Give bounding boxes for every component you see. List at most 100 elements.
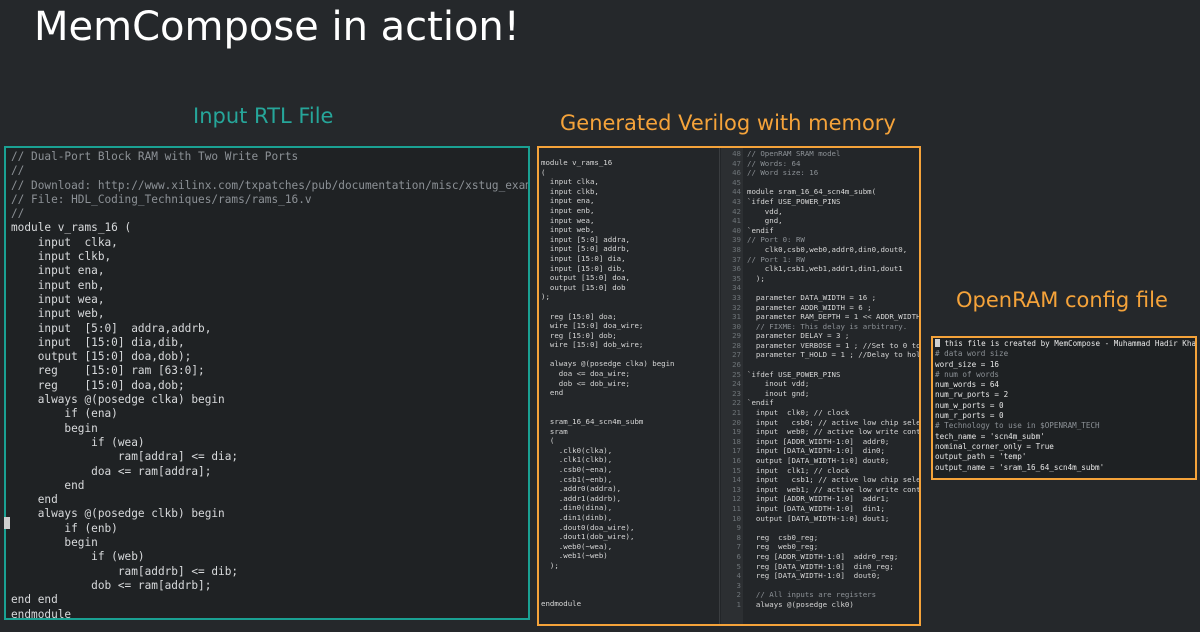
code-line: ( (541, 436, 555, 446)
line-number: 43 (732, 196, 741, 206)
code-line: input web, (11, 307, 105, 321)
code-line: // FIXME: This delay is arbitrary. (747, 321, 908, 331)
line-number: 4 (736, 571, 741, 581)
code-line: .web0(~wea), (541, 541, 613, 551)
line-number: 26 (732, 360, 741, 370)
code-line: // Words: 64 (747, 158, 801, 168)
code-line: input [DATA_WIDTH-1:0] din1; (747, 503, 885, 513)
line-number: 17 (732, 446, 741, 456)
line-number: 31 (732, 312, 741, 322)
generated-wrapper-code[interactable]: module v_rams_16 ( input clka, input clk… (539, 148, 719, 609)
line-number: 3 (736, 580, 741, 590)
code-line: .addr0(addra), (541, 484, 622, 494)
code-line: input wea, (541, 215, 595, 225)
line-number: 29 (732, 331, 741, 341)
line-number: 39 (732, 235, 741, 245)
code-line: input clka, (541, 177, 599, 187)
line-number: 11 (732, 503, 741, 513)
code-line: input [5:0] addrb, (541, 244, 630, 254)
line-number: 15 (732, 465, 741, 475)
line-number: 45 (732, 177, 741, 187)
caption-generated-verilog: Generated Verilog with memory (560, 111, 896, 135)
line-number: 37 (732, 254, 741, 264)
code-line: // (11, 164, 25, 178)
code-line: reg [15:0] ram [63:0]; (11, 364, 205, 378)
input-rtl-editor[interactable]: // Dual-Port Block RAM with Two Write Po… (4, 146, 530, 620)
line-number-gutter: 48 47 46 45 44 43 42 41 40 39 38 37 36 3… (721, 148, 743, 624)
line-number: 18 (732, 436, 741, 446)
code-line: endmodule (11, 607, 72, 620)
code-line: .addr1(addrb), (541, 493, 622, 503)
code-line: input csb0; // active low chip select (747, 417, 921, 427)
code-line: if (enb) (11, 521, 118, 535)
config-line: # Technology to use in $OPENRAM_TECH (935, 421, 1100, 431)
line-number: 19 (732, 427, 741, 437)
config-line: num_rw_ports = 2 (935, 390, 1009, 400)
code-line: output [DATA_WIDTH-1:0] dout0; (747, 456, 890, 465)
code-line: begin (11, 421, 98, 435)
code-line: reg [DATA_WIDTH-1:0] din0_reg; (747, 561, 894, 571)
code-line: input csb1; // active low chip select (747, 475, 921, 485)
generated-wrapper-pane[interactable]: module v_rams_16 ( input clka, input clk… (539, 148, 720, 624)
openram-config-editor[interactable]: this file is created by MemCompose - Muh… (931, 336, 1197, 480)
sram-model-code[interactable]: // OpenRAM SRAM model // Words: 64 // Wo… (745, 148, 921, 610)
code-line: gnd, (747, 216, 783, 226)
code-line: sram (541, 426, 568, 436)
line-number: 46 (732, 168, 741, 178)
code-line: dob <= ram[addrb]; (11, 578, 212, 592)
code-line: parameter VERBOSE = 1 ; //Set to 0 to on… (755, 340, 921, 350)
config-line: word_size = 16 (935, 359, 1000, 369)
line-number: 13 (732, 484, 741, 494)
sram-model-pane[interactable]: // OpenRAM SRAM model // Words: 64 // Wo… (745, 148, 921, 624)
code-line: input clka, (11, 235, 118, 249)
code-line: input enb, (11, 278, 105, 292)
line-number: 7 (736, 542, 741, 552)
line-number: 33 (732, 292, 741, 302)
code-line: clk1,csb1,web1,addr1,din1,dout1 (747, 264, 903, 274)
code-line: inout gnd; (747, 388, 810, 398)
line-number: 16 (732, 456, 741, 465)
input-rtl-code[interactable]: // Dual-Port Block RAM with Two Write Po… (6, 148, 528, 620)
code-line: output [DATA_WIDTH-1:0] dout1; (747, 513, 890, 523)
openram-config-code[interactable]: this file is created by MemCompose - Muh… (933, 338, 1195, 473)
code-line: input [5:0] addra, (541, 234, 630, 244)
line-number: 2 (736, 590, 741, 600)
code-line: parameter RAM_DEPTH = 1 << ADDR_WIDTH; (747, 312, 921, 322)
line-number: 9 (736, 523, 741, 533)
code-line: input ena, (11, 264, 105, 278)
line-number: 44 (732, 187, 741, 197)
code-line: ); (747, 273, 765, 283)
code-line: reg [ADDR_WIDTH-1:0] addr0_reg; (747, 551, 899, 561)
line-number: 22 (732, 398, 741, 408)
code-line: input web0; // active low write control (747, 427, 921, 437)
generated-verilog-editor[interactable]: module v_rams_16 ( input clka, input clk… (537, 146, 921, 626)
config-line: tech_name = 'scn4m_subm' (935, 431, 1045, 441)
line-number: 40 (732, 225, 741, 235)
code-line: ); (541, 560, 559, 570)
slide-title: MemCompose in action! (34, 4, 520, 50)
config-line: num_w_ports = 0 (935, 400, 1004, 410)
editor-cursor (4, 517, 10, 529)
code-line: reg [15:0] doa,dob; (11, 378, 185, 392)
code-line: input enb, (541, 205, 595, 215)
line-numbers: 48 47 46 45 44 43 42 41 40 39 38 37 36 3… (721, 148, 743, 610)
code-line: input [15:0] dia, (541, 253, 626, 263)
code-line: `ifdef USE_POWER_PINS (747, 369, 841, 379)
code-line: if (web) (11, 550, 145, 564)
code-line: // All inputs are registers (747, 590, 877, 600)
code-line: input clk1; // clock (747, 465, 850, 475)
line-number: 6 (736, 551, 741, 561)
code-line: inout vdd; (747, 379, 810, 389)
code-line: // (11, 207, 25, 221)
line-number: 1 (736, 599, 741, 609)
code-line: end (11, 478, 85, 492)
code-line: parameter DATA_WIDTH = 16 ; (747, 292, 877, 302)
code-line: parameter T_HOLD = 1 ; //Delay to hold d… (747, 350, 921, 360)
code-line: reg csb0_reg; (747, 532, 819, 542)
line-number: 35 (732, 273, 741, 283)
line-number: 12 (732, 494, 741, 504)
code-line: doa <= doa_wire; (541, 369, 630, 379)
config-line: output_path = 'temp' (935, 452, 1027, 462)
text-cursor (935, 339, 940, 347)
config-line: # data word size (935, 349, 1009, 359)
